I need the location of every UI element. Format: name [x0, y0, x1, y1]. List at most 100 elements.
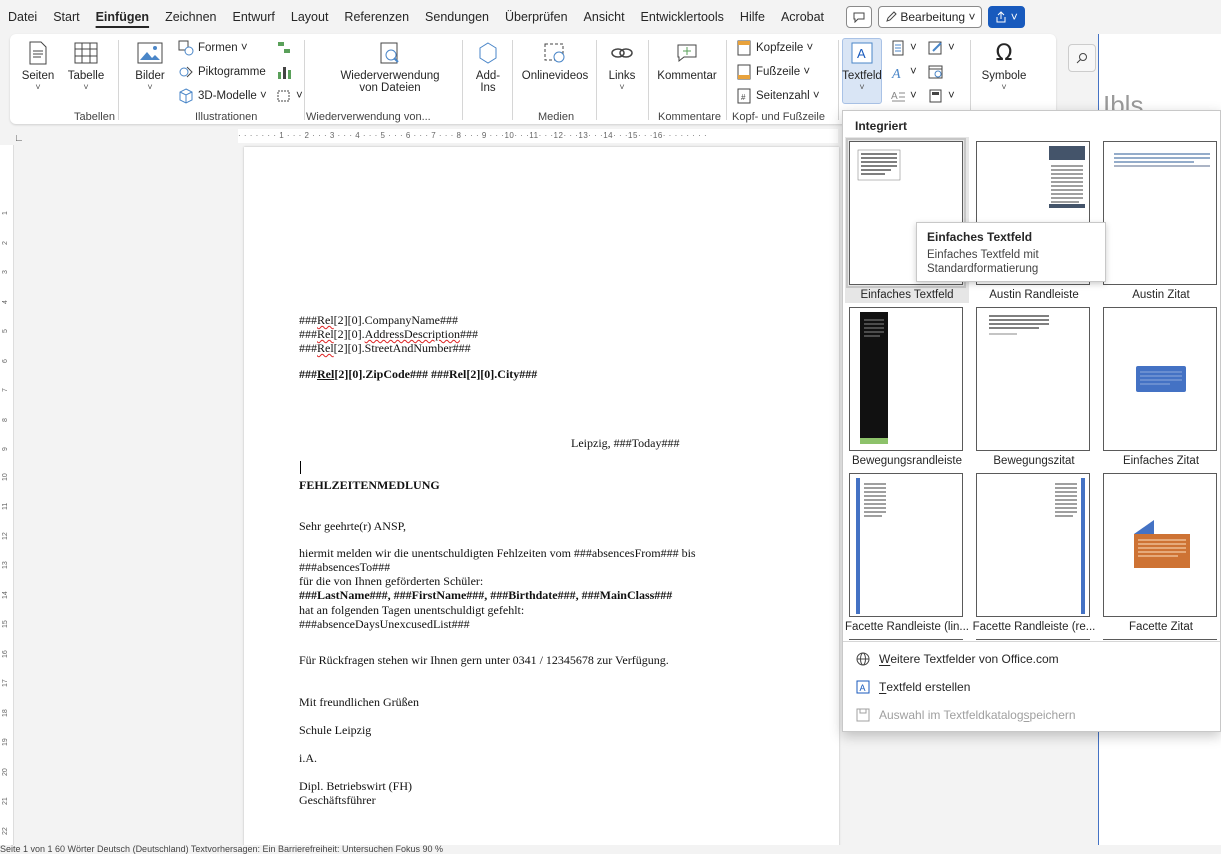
chevron-down-icon: ˅: [260, 90, 267, 102]
group-label-kopf-fuss: Kopf- und Fußzeile: [732, 111, 825, 123]
seiten-button[interactable]: Seiten ˅: [18, 40, 58, 92]
onlinevideos-label: Onlinevideos: [521, 70, 589, 82]
dropcap-button[interactable]: A ˅: [890, 88, 917, 104]
formen-button[interactable]: Formen ˅: [178, 40, 248, 56]
chevron-down-icon: ˅: [147, 82, 153, 92]
tab-ansicht[interactable]: Ansicht: [576, 0, 633, 34]
kommentar-button[interactable]: Kommentar: [652, 40, 722, 82]
tab-selector-icon[interactable]: ∟: [14, 133, 24, 144]
title-line-2: Geschäftsführer: [299, 793, 376, 807]
share-button[interactable]: ˅: [988, 6, 1025, 28]
tab-überprüfen[interactable]: Überprüfen: [497, 0, 576, 34]
gallery-thumbnail: [976, 307, 1090, 451]
chart-button[interactable]: [276, 64, 296, 80]
text-span: [2][0].StreetAndNumber###: [333, 341, 471, 355]
menu-bar: Datei Start Einfügen Zeichnen Entwurf Layout R…: [0, 0, 1221, 34]
body-line-5: hat an folgenden Tagen unentschuldigt ge…: [299, 603, 525, 617]
kopfzeile-button[interactable]: Kopfzeile ˅: [736, 40, 813, 56]
chevron-down-icon: ˅: [910, 42, 917, 54]
group-label-illustrationen: Illustrationen: [195, 111, 258, 123]
tab-referenzen[interactable]: Referenzen: [336, 0, 417, 34]
search-button[interactable]: [1068, 44, 1096, 72]
tab-start[interactable]: Start: [45, 0, 87, 34]
body-line-4: ###LastName###, ###FirstName###, ###Birt…: [299, 588, 673, 602]
vertical-ruler-tick: 7: [2, 388, 9, 392]
vertical-ruler[interactable]: 1234567891011121314151617181920212223: [0, 145, 14, 845]
globe-icon: [855, 651, 871, 667]
tab-layout[interactable]: Layout: [283, 0, 337, 34]
textfeld-button[interactable]: A Textfeld ˅: [842, 40, 882, 92]
seitenzahl-button[interactable]: # Seitenzahl ˅: [736, 88, 820, 104]
editing-mode-button[interactable]: Bearbeitung ˅: [878, 6, 983, 28]
links-button[interactable]: Links ˅: [602, 40, 642, 92]
vertical-ruler-tick: 8: [2, 417, 9, 422]
3d-modelle-button[interactable]: 3D-Modelle ˅: [178, 88, 267, 104]
chevron-down-icon: ˅: [1010, 10, 1018, 24]
ribbon-divider: [838, 40, 839, 120]
add-ins-button[interactable]: Add- Ins: [468, 40, 508, 94]
kommentar-label: Kommentar: [657, 70, 717, 82]
tab-entwurf[interactable]: Entwurf: [225, 0, 283, 34]
bilder-button[interactable]: Bilder ˅: [130, 40, 170, 92]
gallery-item-label: Facette Randleiste (re...: [972, 621, 1096, 633]
save-icon: [855, 707, 871, 723]
title-line-1: Dipl. Betriebswirt (FH): [299, 779, 412, 793]
horizontal-ruler[interactable]: · · · · · · · 1 · · · 2 · · · 3 · · · 4 …: [238, 129, 838, 143]
link-label: Auswahl im Textfeldkatalog: [879, 708, 1024, 722]
text-span: Rel: [317, 327, 334, 341]
create-textbox-link[interactable]: A Textfeld erstellen: [855, 679, 970, 695]
quickparts-button[interactable]: ˅: [890, 40, 917, 56]
signature-button[interactable]: ˅: [928, 40, 955, 56]
tab-datei[interactable]: Datei: [0, 0, 45, 34]
tab-entwicklertools[interactable]: Entwicklertools: [633, 0, 732, 34]
link-icon: [609, 40, 635, 66]
text-span: ###: [299, 341, 317, 355]
add-ins-label-2: Ins: [480, 82, 496, 94]
cube-icon: [178, 88, 194, 104]
reuse-files-icon: [377, 40, 403, 66]
tab-einfügen[interactable]: Einfügen: [88, 0, 157, 34]
chevron-down-icon: ˅: [35, 82, 41, 92]
svg-text:#: #: [741, 93, 746, 102]
tooltip-title: Einfaches Textfeld: [927, 230, 1033, 244]
online-video-icon: [542, 40, 568, 66]
wordart-button[interactable]: A ˅: [890, 64, 917, 80]
screenshot-button[interactable]: ˅: [276, 88, 303, 104]
tab-acrobat[interactable]: Acrobat: [773, 0, 832, 34]
group-label-tabellen: Tabellen: [74, 111, 115, 123]
symbole-button[interactable]: Ω Symbole ˅: [976, 40, 1032, 93]
piktogramme-button[interactable]: Piktogramme: [178, 64, 266, 80]
tab-sendungen[interactable]: Sendungen: [417, 0, 497, 34]
gallery-item-label: Facette Zitat: [1129, 621, 1193, 633]
document-page[interactable]: ###Rel[2][0].CompanyName### ###Rel[2][0]…: [244, 147, 839, 847]
text-span: Rel: [317, 341, 334, 355]
tooltip-body-2: Standardformatierung: [927, 263, 1039, 275]
tab-zeichnen[interactable]: Zeichnen: [157, 0, 224, 34]
gallery-section-title: Integriert: [855, 119, 908, 133]
comment-icon: [674, 40, 700, 66]
object-button[interactable]: ˅: [928, 88, 955, 104]
tab-hilfe[interactable]: Hilfe: [732, 0, 773, 34]
tabelle-button[interactable]: Tabelle ˅: [66, 40, 106, 92]
datetime-button[interactable]: [928, 64, 948, 80]
comments-button[interactable]: [846, 6, 873, 28]
chevron-down-icon: ˅: [910, 66, 917, 78]
calendar-icon: [928, 64, 944, 80]
textbox-icon: A: [849, 40, 875, 66]
fusszeile-button[interactable]: Fußzeile ˅: [736, 64, 810, 80]
seiten-label: Seiten: [21, 70, 55, 82]
more-textboxes-link[interactable]: Weitere Textfelder von Office.com: [855, 651, 1059, 667]
address-line: ###Rel[2][0].AddressDescription###: [299, 327, 478, 342]
smartart-icon: [276, 40, 292, 56]
quick-parts-icon: [890, 40, 906, 56]
gallery-item-label: Facette Randleiste (lin...: [845, 621, 969, 633]
wiederverwendung-label: Wiederverwendung: [340, 70, 440, 82]
chevron-down-icon: ˅: [968, 10, 976, 24]
save-selection-link[interactable]: Auswahl im Textfeldkatalog s peichern: [855, 707, 1076, 723]
link-label: extfeld erstellen: [886, 680, 971, 694]
onlinevideos-button[interactable]: Onlinevideos: [518, 40, 592, 82]
text-span: [2][0].CompanyName###: [333, 313, 458, 327]
wiederverwendung-button[interactable]: Wiederverwendung von Dateien: [330, 40, 450, 94]
chevron-down-icon: ˅: [296, 90, 303, 102]
smartart-button[interactable]: [276, 40, 296, 56]
